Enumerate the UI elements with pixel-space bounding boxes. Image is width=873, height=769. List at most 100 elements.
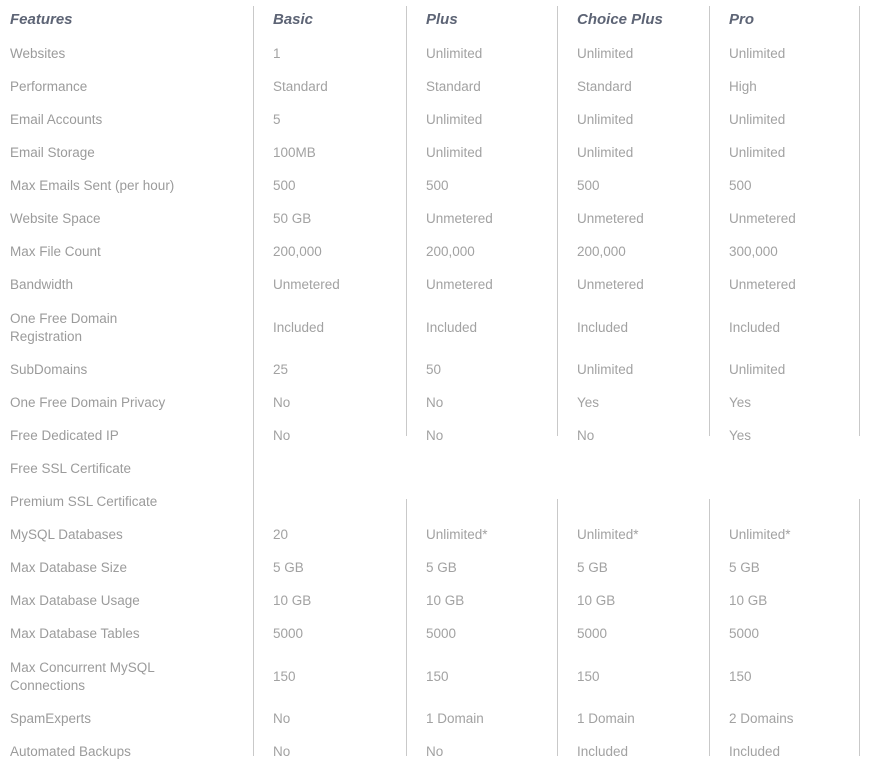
cell-choice_plus: 1 Domain (577, 711, 635, 727)
cell-pro: Unlimited (729, 145, 786, 161)
table-row: MySQL Databases 20 Unlimited* Unlimited* Unl… (0, 519, 873, 552)
cell-plus: Unlimited* (426, 527, 488, 543)
cell-basic: 5 (273, 112, 281, 128)
cell-basic: 200,000 (273, 244, 322, 260)
feature-label: Automated Backups (10, 744, 131, 760)
column-header-pro: Pro (729, 10, 755, 28)
cell-pro: Unlimited (729, 46, 786, 62)
table-header-row: Features Basic Plus Choice Plus Pro (0, 0, 873, 38)
plan-comparison-table-container: Features Basic Plus Choice Plus Pro Webs… (0, 0, 873, 762)
table-header: Features Basic Plus Choice Plus Pro (0, 0, 873, 38)
cell-plus: 200,000 (426, 244, 475, 260)
feature-label: Premium SSL Certificate (10, 494, 158, 510)
table-row: Max Emails Sent (per hour) 500 500 500 500 (0, 170, 873, 203)
cell-pro (709, 486, 873, 519)
cell-plus: Included (426, 319, 478, 335)
feature-label: Free Dedicated IP (10, 428, 119, 444)
cell-basic: 150 (273, 668, 296, 684)
cell-choice_plus: Yes (577, 395, 600, 411)
feature-label: Email Storage (10, 145, 95, 161)
cell-plus: Unmetered (426, 211, 493, 227)
cell-choice_plus: Included (577, 744, 629, 760)
cell-plus: 5000 (426, 626, 457, 642)
table-row: Websites 1 Unlimited Unlimited Unlimited (0, 38, 873, 71)
table-row: One Free Domain Registration Included Incl… (0, 302, 873, 354)
table-row: Free SSL Certificate (0, 453, 873, 486)
cell-basic: 25 (273, 362, 289, 378)
column-header-choice-plus: Choice Plus (577, 10, 663, 28)
cell-pro: Unlimited* (729, 527, 791, 543)
cell-choice_plus: 5 GB (577, 560, 608, 576)
cell-choice_plus: Unmetered (577, 211, 644, 227)
feature-label: SubDomains (10, 362, 88, 378)
cell-choice_plus: 150 (577, 668, 600, 684)
cell-basic: No (273, 395, 291, 411)
cell-basic: 50 GB (273, 211, 312, 227)
table-body: Websites 1 Unlimited Unlimited Unlimited Perf… (0, 38, 873, 769)
cell-choice_plus: 5000 (577, 626, 608, 642)
cell-choice_plus: Unlimited (577, 112, 634, 128)
cell-choice_plus: Unlimited (577, 145, 634, 161)
cell-basic: No (273, 744, 291, 760)
cell-plus: Unlimited (426, 145, 483, 161)
cell-pro: High (729, 79, 757, 95)
cell-plus: No (426, 744, 444, 760)
cell-choice_plus: Included (577, 319, 629, 335)
cell-plus: No (426, 395, 444, 411)
cell-basic: No (273, 428, 291, 444)
cell-pro: Unmetered (729, 277, 796, 293)
cell-choice_plus: Unlimited* (577, 527, 639, 543)
cell-pro: 2 Domains (729, 711, 794, 727)
cell-pro: 500 (729, 178, 752, 194)
cell-plus: 1 Domain (426, 711, 484, 727)
feature-label: SpamExperts (10, 711, 92, 727)
table-row: Automated Backups No No Included Included (0, 736, 873, 769)
cell-plus: 5 GB (426, 560, 457, 576)
column-header-features: Features (10, 10, 73, 28)
feature-label: Performance (10, 79, 88, 95)
feature-label: Free SSL Certificate (10, 461, 132, 477)
column-header-plus: Plus (426, 10, 458, 28)
feature-label: Email Accounts (10, 112, 103, 128)
cell-choice_plus: Unmetered (577, 277, 644, 293)
cell-choice_plus: No (577, 428, 595, 444)
cell-pro: Unlimited (729, 112, 786, 128)
feature-label: Max File Count (10, 244, 101, 260)
table-row: Max Database Usage 10 GB 10 GB 10 GB 10 GB (0, 585, 873, 618)
table-row: Website Space 50 GB Unmetered Unmetered Unme… (0, 203, 873, 236)
table-row: Max Database Tables 5000 5000 5000 5000 (0, 618, 873, 651)
cell-choice_plus: Unlimited (577, 46, 634, 62)
cell-choice_plus: 200,000 (577, 244, 626, 260)
cell-basic: Unmetered (273, 277, 340, 293)
cell-basic: No (273, 711, 291, 727)
cell-plus: Unmetered (426, 277, 493, 293)
cell-pro: 150 (729, 668, 752, 684)
table-row: Performance Standard Standard Standard High (0, 71, 873, 104)
cell-basic: Standard (273, 79, 328, 95)
table-row: SpamExperts No 1 Domain 1 Domain 2 Domains (0, 703, 873, 736)
feature-label: Websites (10, 46, 66, 62)
cell-choice_plus: 500 (577, 178, 600, 194)
table-row: Max Database Size 5 GB 5 GB 5 GB 5 GB (0, 552, 873, 585)
cell-choice_plus (557, 453, 709, 486)
cell-choice_plus: 10 GB (577, 593, 616, 609)
cell-plus: 150 (426, 668, 449, 684)
feature-label: One Free Domain Privacy (10, 395, 166, 411)
cell-plus: Standard (426, 79, 481, 95)
table-row: Premium SSL Certificate (0, 486, 873, 519)
feature-label: One Free Domain Registration (10, 311, 118, 344)
table-row: Max File Count 200,000 200,000 200,000 300,0… (0, 236, 873, 269)
cell-pro: 300,000 (729, 244, 778, 260)
cell-basic: 1 (273, 46, 281, 62)
cell-plus: Unlimited (426, 112, 483, 128)
cell-basic: 5000 (273, 626, 304, 642)
cell-choice_plus: Unlimited (577, 362, 634, 378)
table-row: Free Dedicated IP No No No Yes (0, 420, 873, 453)
feature-label: MySQL Databases (10, 527, 123, 543)
table-row: One Free Domain Privacy No No Yes Yes (0, 387, 873, 420)
table-row: SubDomains 25 50 Unlimited Unlimited (0, 354, 873, 387)
cell-basic: 100MB (273, 145, 316, 161)
plan-comparison-table: Features Basic Plus Choice Plus Pro Webs… (0, 0, 873, 769)
feature-label: Max Database Size (10, 560, 128, 576)
cell-plus: No (426, 428, 444, 444)
